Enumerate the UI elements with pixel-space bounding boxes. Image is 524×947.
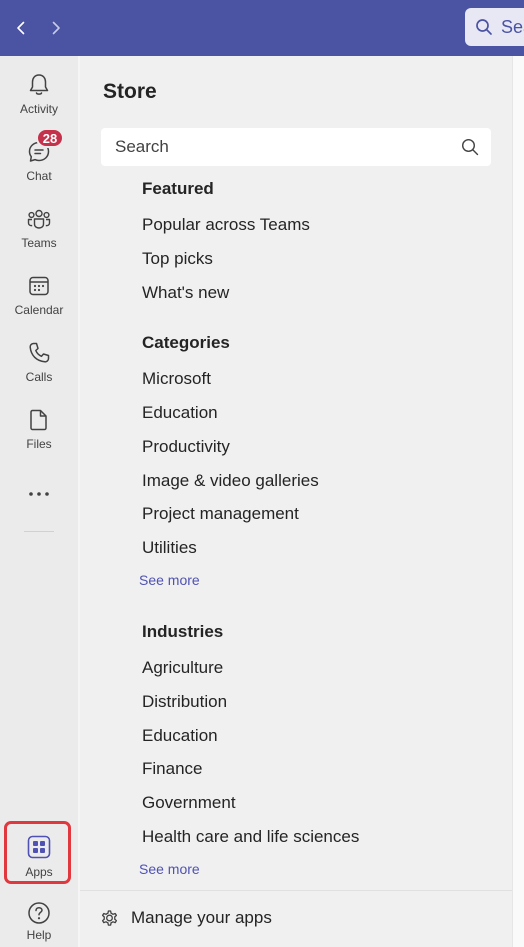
categories-see-more-link[interactable]: See more xyxy=(139,572,200,588)
rail-item-label: Teams xyxy=(21,236,57,250)
bell-icon xyxy=(29,74,49,95)
category-productivity[interactable]: Productivity xyxy=(142,437,230,457)
section-heading-featured: Featured xyxy=(142,179,214,198)
industry-government[interactable]: Government xyxy=(142,793,236,813)
section-heading-categories: Categories xyxy=(142,333,230,352)
search-icon xyxy=(461,138,479,156)
rail-item-calls[interactable]: Calls xyxy=(0,330,78,392)
title-bar: Sea xyxy=(0,0,524,56)
rail-item-label: Chat xyxy=(26,169,52,183)
page-title: Store xyxy=(103,80,157,103)
more-dots-icon xyxy=(29,492,49,496)
footer-divider xyxy=(80,890,512,891)
apps-grid-icon xyxy=(27,835,51,859)
rail-item-label: Activity xyxy=(19,102,58,116)
category-education[interactable]: Education xyxy=(142,403,218,423)
rail-item-label: Calendar xyxy=(14,303,64,317)
category-utilities[interactable]: Utilities xyxy=(142,538,197,558)
rail-item-files[interactable]: Files xyxy=(0,397,78,459)
help-icon xyxy=(28,902,50,924)
main-content-edge xyxy=(512,56,524,947)
apps-label: Apps xyxy=(25,865,53,879)
rail-item-label: Calls xyxy=(25,370,53,384)
rail-item-calendar[interactable]: Calendar xyxy=(0,263,78,325)
chevron-right-icon xyxy=(52,21,60,35)
global-search-input[interactable]: Sea xyxy=(465,8,524,46)
rail-item-teams[interactable]: Teams xyxy=(0,196,78,258)
calendar-icon xyxy=(29,276,49,296)
rail-item-help[interactable]: Help xyxy=(0,894,78,947)
rail-item-activity[interactable]: Activity xyxy=(0,62,78,124)
industries-see-more-link[interactable]: See more xyxy=(139,861,200,877)
unread-badge: 28 xyxy=(36,128,64,148)
category-project-management[interactable]: Project management xyxy=(142,504,299,524)
industry-health-care[interactable]: Health care and life sciences xyxy=(142,827,359,847)
search-icon xyxy=(476,19,492,35)
gear-icon xyxy=(101,910,118,926)
rail-divider xyxy=(24,531,54,532)
file-icon xyxy=(30,409,47,431)
industry-education[interactable]: Education xyxy=(142,726,218,746)
industry-agriculture[interactable]: Agriculture xyxy=(142,658,223,678)
forward-button[interactable] xyxy=(44,14,68,42)
global-search-placeholder: Sea xyxy=(501,16,524,37)
manage-apps-label: Manage your apps xyxy=(131,908,272,927)
teams-icon xyxy=(27,209,51,229)
nav-link-top-picks[interactable]: Top picks xyxy=(142,249,213,269)
rail-item-apps[interactable]: Apps xyxy=(0,826,78,882)
chevron-left-icon xyxy=(17,21,25,35)
back-button[interactable] xyxy=(9,14,33,42)
nav-link-popular[interactable]: Popular across Teams xyxy=(142,215,310,235)
rail-item-label: Files xyxy=(26,437,52,451)
more-apps-button[interactable] xyxy=(24,480,54,508)
manage-apps-button[interactable]: Manage your apps xyxy=(98,907,272,929)
industry-finance[interactable]: Finance xyxy=(142,759,202,779)
category-microsoft[interactable]: Microsoft xyxy=(142,369,211,389)
rail-item-label: Help xyxy=(26,928,52,942)
store-search-placeholder: Search xyxy=(115,137,169,156)
industry-distribution[interactable]: Distribution xyxy=(142,692,227,712)
nav-link-whats-new[interactable]: What's new xyxy=(142,283,229,303)
section-heading-industries: Industries xyxy=(142,622,224,641)
phone-icon xyxy=(29,342,50,363)
store-search-input[interactable]: Search xyxy=(101,128,491,166)
category-image-video[interactable]: Image & video galleries xyxy=(142,471,319,491)
